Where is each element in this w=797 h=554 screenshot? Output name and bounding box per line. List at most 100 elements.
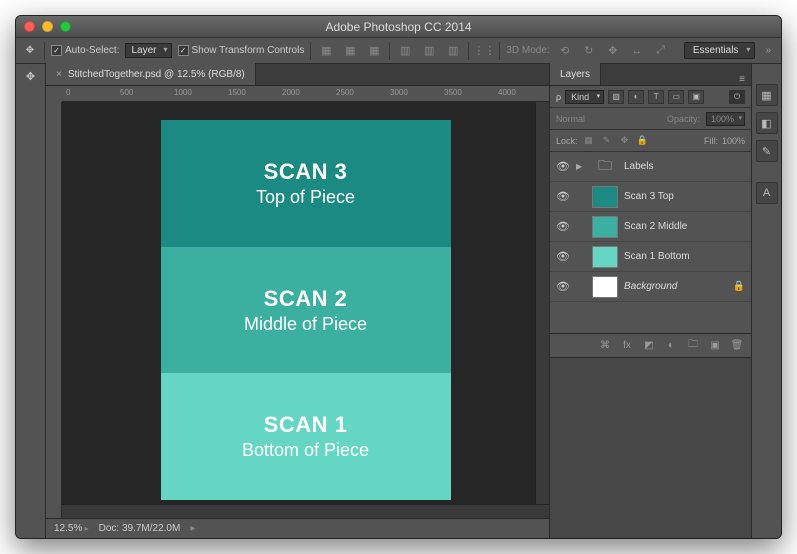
opacity-label: Opacity: — [667, 114, 700, 124]
3d-pan-icon[interactable]: ✥ — [604, 42, 622, 60]
visibility-icon[interactable]: 👁 — [556, 160, 570, 173]
filter-pixel-icon[interactable]: ▧ — [608, 90, 624, 104]
layer-thumbnail[interactable] — [592, 186, 618, 208]
canvas-slice-top: SCAN 3 Top of Piece — [161, 120, 451, 247]
canvas[interactable]: SCAN 3 Top of Piece SCAN 2 Middle of Pie… — [62, 102, 549, 518]
ruler-vertical[interactable] — [46, 102, 62, 518]
zoom-level[interactable]: 12.5% — [54, 523, 89, 534]
show-transform-checkbox[interactable]: ✓ Show Transform Controls — [178, 45, 305, 56]
new-layer-icon[interactable]: ▣ — [707, 337, 723, 353]
visibility-icon[interactable]: 👁 — [556, 250, 570, 263]
layer-list: 👁 ▶ 🗀 Labels 👁 Scan 3 Top 👁 — [550, 152, 751, 333]
dock-character-icon[interactable]: A — [756, 182, 778, 204]
mode-3d-label: 3D Mode: — [506, 45, 549, 56]
layer-filter-row: ρ Kind ▧ ◐ T ▭ ▣ ⏻ — [550, 86, 751, 108]
layer-thumbnail[interactable] — [592, 276, 618, 298]
canvas-slice-middle: SCAN 2 Middle of Piece — [161, 247, 451, 374]
blend-row: Normal Opacity: 100% — [550, 108, 751, 130]
document-tabs: × StitchedTogether.psd @ 12.5% (RGB/8) — [46, 64, 549, 86]
layer-fx-icon[interactable]: fx — [619, 337, 635, 353]
layer-mask-icon[interactable]: ◩ — [641, 337, 657, 353]
layer-row-group[interactable]: 👁 ▶ 🗀 Labels — [550, 152, 751, 182]
artboard: SCAN 3 Top of Piece SCAN 2 Middle of Pie… — [161, 120, 451, 500]
tool-move[interactable]: ✥ — [19, 66, 43, 86]
layer-row[interactable]: 👁 Scan 1 Bottom — [550, 242, 751, 272]
filter-toggle[interactable]: ⏻ — [729, 90, 745, 104]
filter-adjust-icon[interactable]: ◐ — [628, 90, 644, 104]
align-right-icon[interactable]: ▥ — [444, 42, 462, 60]
opacity-value[interactable]: 100% — [706, 112, 745, 126]
fill-value[interactable]: 100% — [722, 136, 745, 146]
app-window: Adobe Photoshop CC 2014 ✥ ✓ Auto-Select:… — [15, 15, 782, 539]
right-panels: Layers ≡ ρ Kind ▧ ◐ T ▭ ▣ ⏻ Normal — [549, 64, 781, 538]
auto-select-target[interactable]: Layer — [125, 43, 171, 58]
titlebar: Adobe Photoshop CC 2014 — [16, 16, 781, 38]
filter-type-icon[interactable]: T — [648, 90, 664, 104]
lock-icon: 🔒 — [733, 281, 745, 292]
panel-menu-icon[interactable]: ≡ — [733, 74, 751, 85]
close-tab-icon[interactable]: × — [56, 69, 62, 80]
show-transform-label: Show Transform Controls — [192, 45, 305, 56]
adjustment-layer-icon[interactable]: ◐ — [663, 337, 679, 353]
align-bottom-icon[interactable]: ▦ — [365, 42, 383, 60]
3d-orbit-icon[interactable]: ⟲ — [556, 42, 574, 60]
align-middle-icon[interactable]: ▦ — [341, 42, 359, 60]
lock-position-icon[interactable]: ✥ — [618, 134, 632, 148]
3d-scale-icon[interactable]: ⤢ — [652, 42, 670, 60]
layer-row-background[interactable]: 👁 Background 🔒 — [550, 272, 751, 302]
fill-label: Fill: — [704, 136, 718, 146]
layer-row[interactable]: 👁 Scan 2 Middle — [550, 212, 751, 242]
filter-shape-icon[interactable]: ▭ — [668, 90, 684, 104]
collapsed-panel-dock: ▦ ◧ ✎ A — [751, 64, 781, 538]
document-size[interactable]: Doc: 39.7M/22.0M — [99, 523, 181, 534]
blend-mode-select[interactable]: Normal — [556, 114, 628, 124]
align-left-icon[interactable]: ▥ — [396, 42, 414, 60]
auto-select-checkbox[interactable]: ✓ Auto-Select: — [51, 45, 119, 56]
layer-thumbnail[interactable] — [592, 246, 618, 268]
filter-kind-select[interactable]: Kind — [565, 90, 604, 104]
folder-icon: 🗀 — [592, 156, 618, 178]
scrollbar-horizontal[interactable] — [62, 504, 549, 518]
canvas-slice-bottom: SCAN 1 Bottom of Piece — [161, 373, 451, 500]
dock-swatches-icon[interactable]: ✎ — [756, 140, 778, 162]
3d-slide-icon[interactable]: ↔ — [628, 42, 646, 60]
lock-row: Lock: ▦ ✎ ✥ 🔒 Fill: 100% — [550, 130, 751, 152]
new-group-icon[interactable]: 🗀 — [685, 337, 701, 353]
distribute-icon[interactable]: ⋮⋮ — [475, 42, 493, 60]
lock-all-icon[interactable]: 🔒 — [636, 134, 650, 148]
expand-icon[interactable]: ▶ — [576, 162, 586, 171]
move-tool-icon[interactable]: ✥ — [22, 43, 38, 59]
tools-panel: ✥ — [16, 64, 46, 538]
status-menu-icon[interactable]: ▸ — [190, 523, 195, 534]
main-area: ✥ × StitchedTogether.psd @ 12.5% (RGB/8)… — [16, 64, 781, 538]
visibility-icon[interactable]: 👁 — [556, 220, 570, 233]
lock-transparency-icon[interactable]: ▦ — [582, 134, 596, 148]
dock-history-icon[interactable]: ▦ — [756, 84, 778, 106]
workspace-switcher[interactable]: Essentials — [684, 42, 756, 59]
visibility-icon[interactable]: 👁 — [556, 190, 570, 203]
link-layers-icon[interactable]: ⌘ — [597, 337, 613, 353]
align-top-icon[interactable]: ▦ — [317, 42, 335, 60]
collapse-panels-icon[interactable]: » — [761, 45, 775, 56]
filter-smart-icon[interactable]: ▣ — [688, 90, 704, 104]
document-tab[interactable]: × StitchedTogether.psd @ 12.5% (RGB/8) — [46, 63, 256, 85]
ruler-horizontal[interactable]: 0 500 1000 1500 2000 2500 3000 3500 4000… — [62, 86, 549, 102]
document-area: × StitchedTogether.psd @ 12.5% (RGB/8) 0… — [46, 64, 549, 538]
delete-layer-icon[interactable]: 🗑 — [729, 337, 745, 353]
window-title: Adobe Photoshop CC 2014 — [16, 20, 781, 34]
status-bar: 12.5% Doc: 39.7M/22.0M ▸ — [46, 518, 549, 538]
document-tab-title: StitchedTogether.psd @ 12.5% (RGB/8) — [68, 69, 245, 80]
dock-color-icon[interactable]: ◧ — [756, 112, 778, 134]
layer-row[interactable]: 👁 Scan 3 Top — [550, 182, 751, 212]
align-center-icon[interactable]: ▥ — [420, 42, 438, 60]
visibility-icon[interactable]: 👁 — [556, 280, 570, 293]
3d-roll-icon[interactable]: ↻ — [580, 42, 598, 60]
layers-panel-footer: ⌘ fx ◩ ◐ 🗀 ▣ 🗑 — [550, 333, 751, 357]
layer-thumbnail[interactable] — [592, 216, 618, 238]
scrollbar-vertical[interactable] — [535, 102, 549, 504]
lock-image-icon[interactable]: ✎ — [600, 134, 614, 148]
options-bar: ✥ ✓ Auto-Select: Layer ✓ Show Transform … — [16, 38, 781, 64]
lock-label: Lock: — [556, 136, 578, 146]
layers-panel: Layers ≡ ρ Kind ▧ ◐ T ▭ ▣ ⏻ Normal — [549, 64, 751, 538]
layers-tab[interactable]: Layers — [550, 63, 601, 85]
